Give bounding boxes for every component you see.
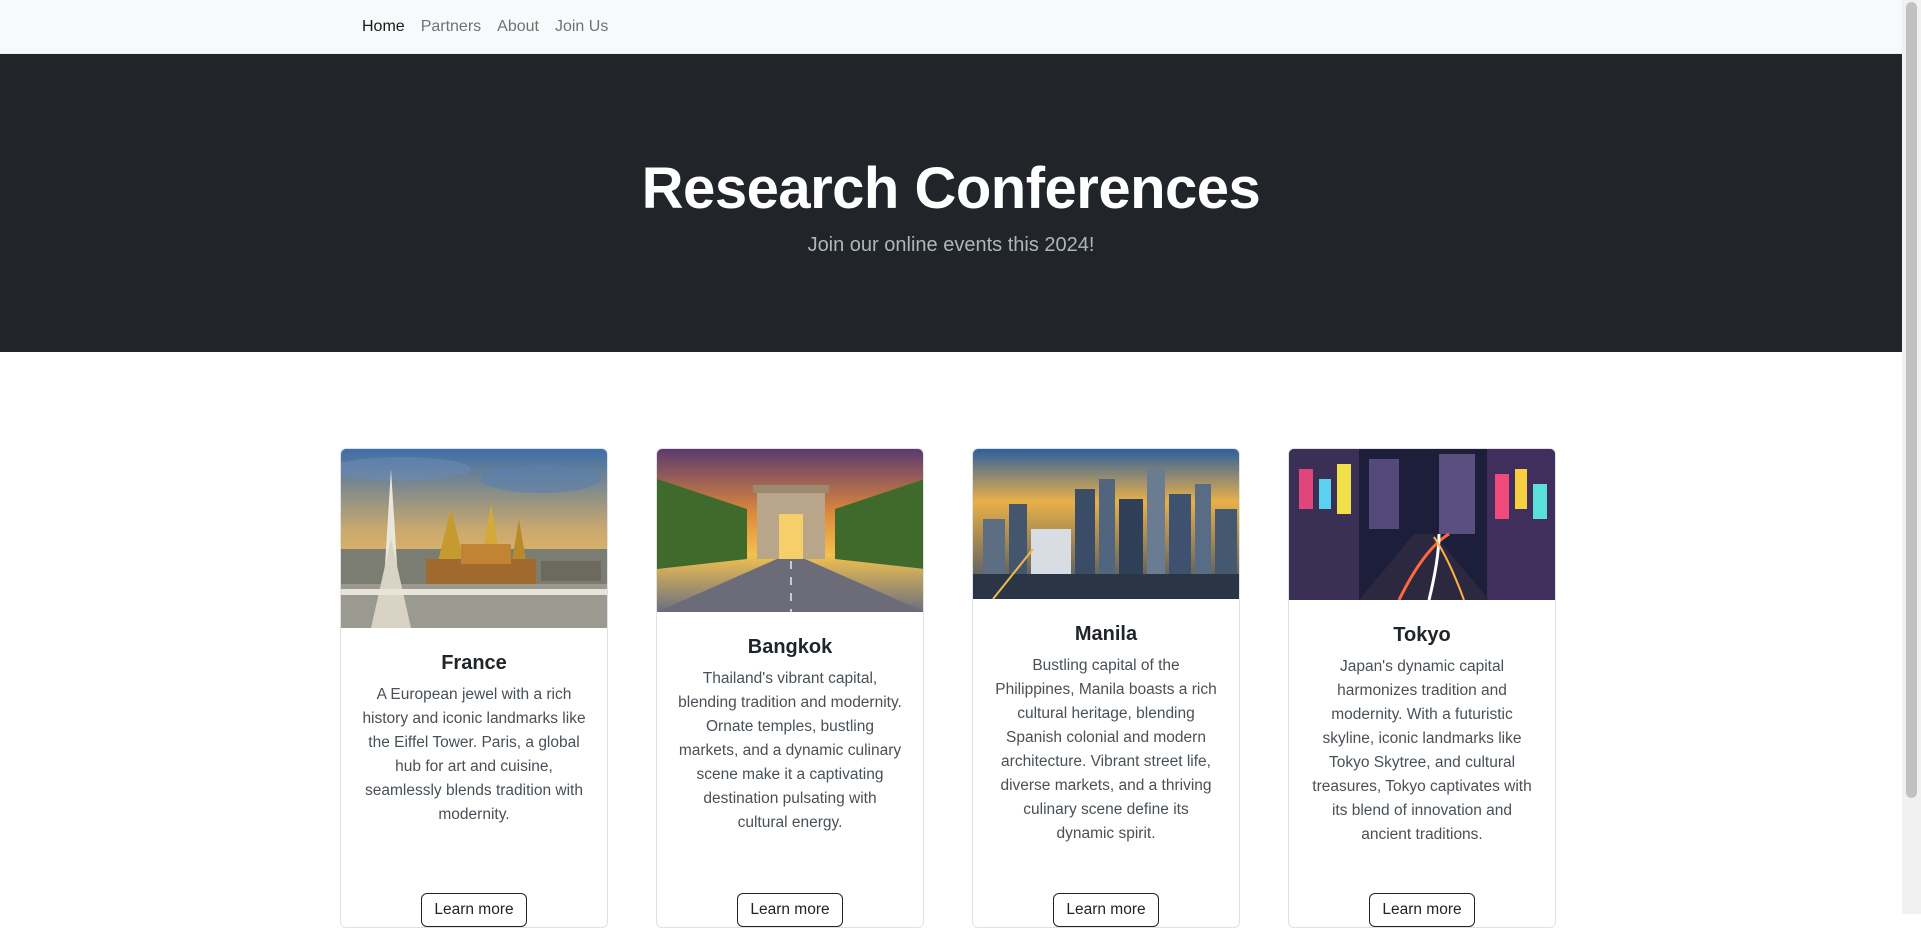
card-france: France A European jewel with a rich hist… (340, 448, 608, 928)
page: Home Partners About Join Us Research Con… (0, 0, 1902, 928)
card-title: France (441, 652, 507, 674)
hero-subtitle: Join our online events this 2024! (807, 233, 1095, 256)
learn-more-button[interactable]: Learn more (1369, 893, 1475, 927)
learn-more-button[interactable]: Learn more (737, 893, 843, 927)
learn-more-button[interactable]: Learn more (421, 893, 527, 927)
hero-banner: Research Conferences Join our online eve… (0, 54, 1902, 352)
nav-link-about[interactable]: About (497, 18, 539, 36)
temple-skyline-image (341, 449, 607, 628)
vertical-scrollbar[interactable] (1902, 0, 1921, 914)
card-text: Bustling capital of the Philippines, Man… (995, 657, 1217, 842)
card-image-temple (341, 449, 607, 628)
destination-cards: France A European jewel with a rich hist… (340, 448, 1556, 928)
learn-more-button[interactable]: Learn more (1053, 893, 1159, 927)
card-body: Manila Bustling capital of the Philippin… (973, 599, 1239, 927)
top-navbar: Home Partners About Join Us (0, 0, 1902, 54)
nav-link-join-us[interactable]: Join Us (555, 18, 608, 36)
card-image-arch (657, 449, 923, 612)
nav-link-home[interactable]: Home (362, 18, 405, 36)
card-title: Tokyo (1393, 624, 1451, 646)
card-bangkok: Bangkok Thailand's vibrant capital, blen… (656, 448, 924, 928)
card-body: France A European jewel with a rich hist… (341, 628, 607, 927)
night-street-image (1289, 449, 1555, 600)
card-image-night-street (1289, 449, 1555, 600)
city-skyline-image (973, 449, 1239, 599)
card-body: Tokyo Japan's dynamic capital harmonizes… (1289, 600, 1555, 927)
scrollbar-thumb[interactable] (1906, 2, 1917, 798)
card-text: Japan's dynamic capital harmonizes tradi… (1312, 658, 1532, 843)
arch-avenue-image (657, 449, 923, 612)
card-manila: Manila Bustling capital of the Philippin… (972, 448, 1240, 928)
card-text: Thailand's vibrant capital, blending tra… (678, 670, 902, 831)
card-image-city (973, 449, 1239, 599)
card-tokyo: Tokyo Japan's dynamic capital harmonizes… (1288, 448, 1556, 928)
nav-link-partners[interactable]: Partners (421, 18, 481, 36)
hero-title: Research Conferences (641, 156, 1261, 221)
card-title: Bangkok (747, 636, 833, 658)
card-body: Bangkok Thailand's vibrant capital, blen… (657, 612, 923, 927)
card-text: A European jewel with a rich history and… (362, 686, 586, 823)
card-title: Manila (1074, 623, 1138, 645)
